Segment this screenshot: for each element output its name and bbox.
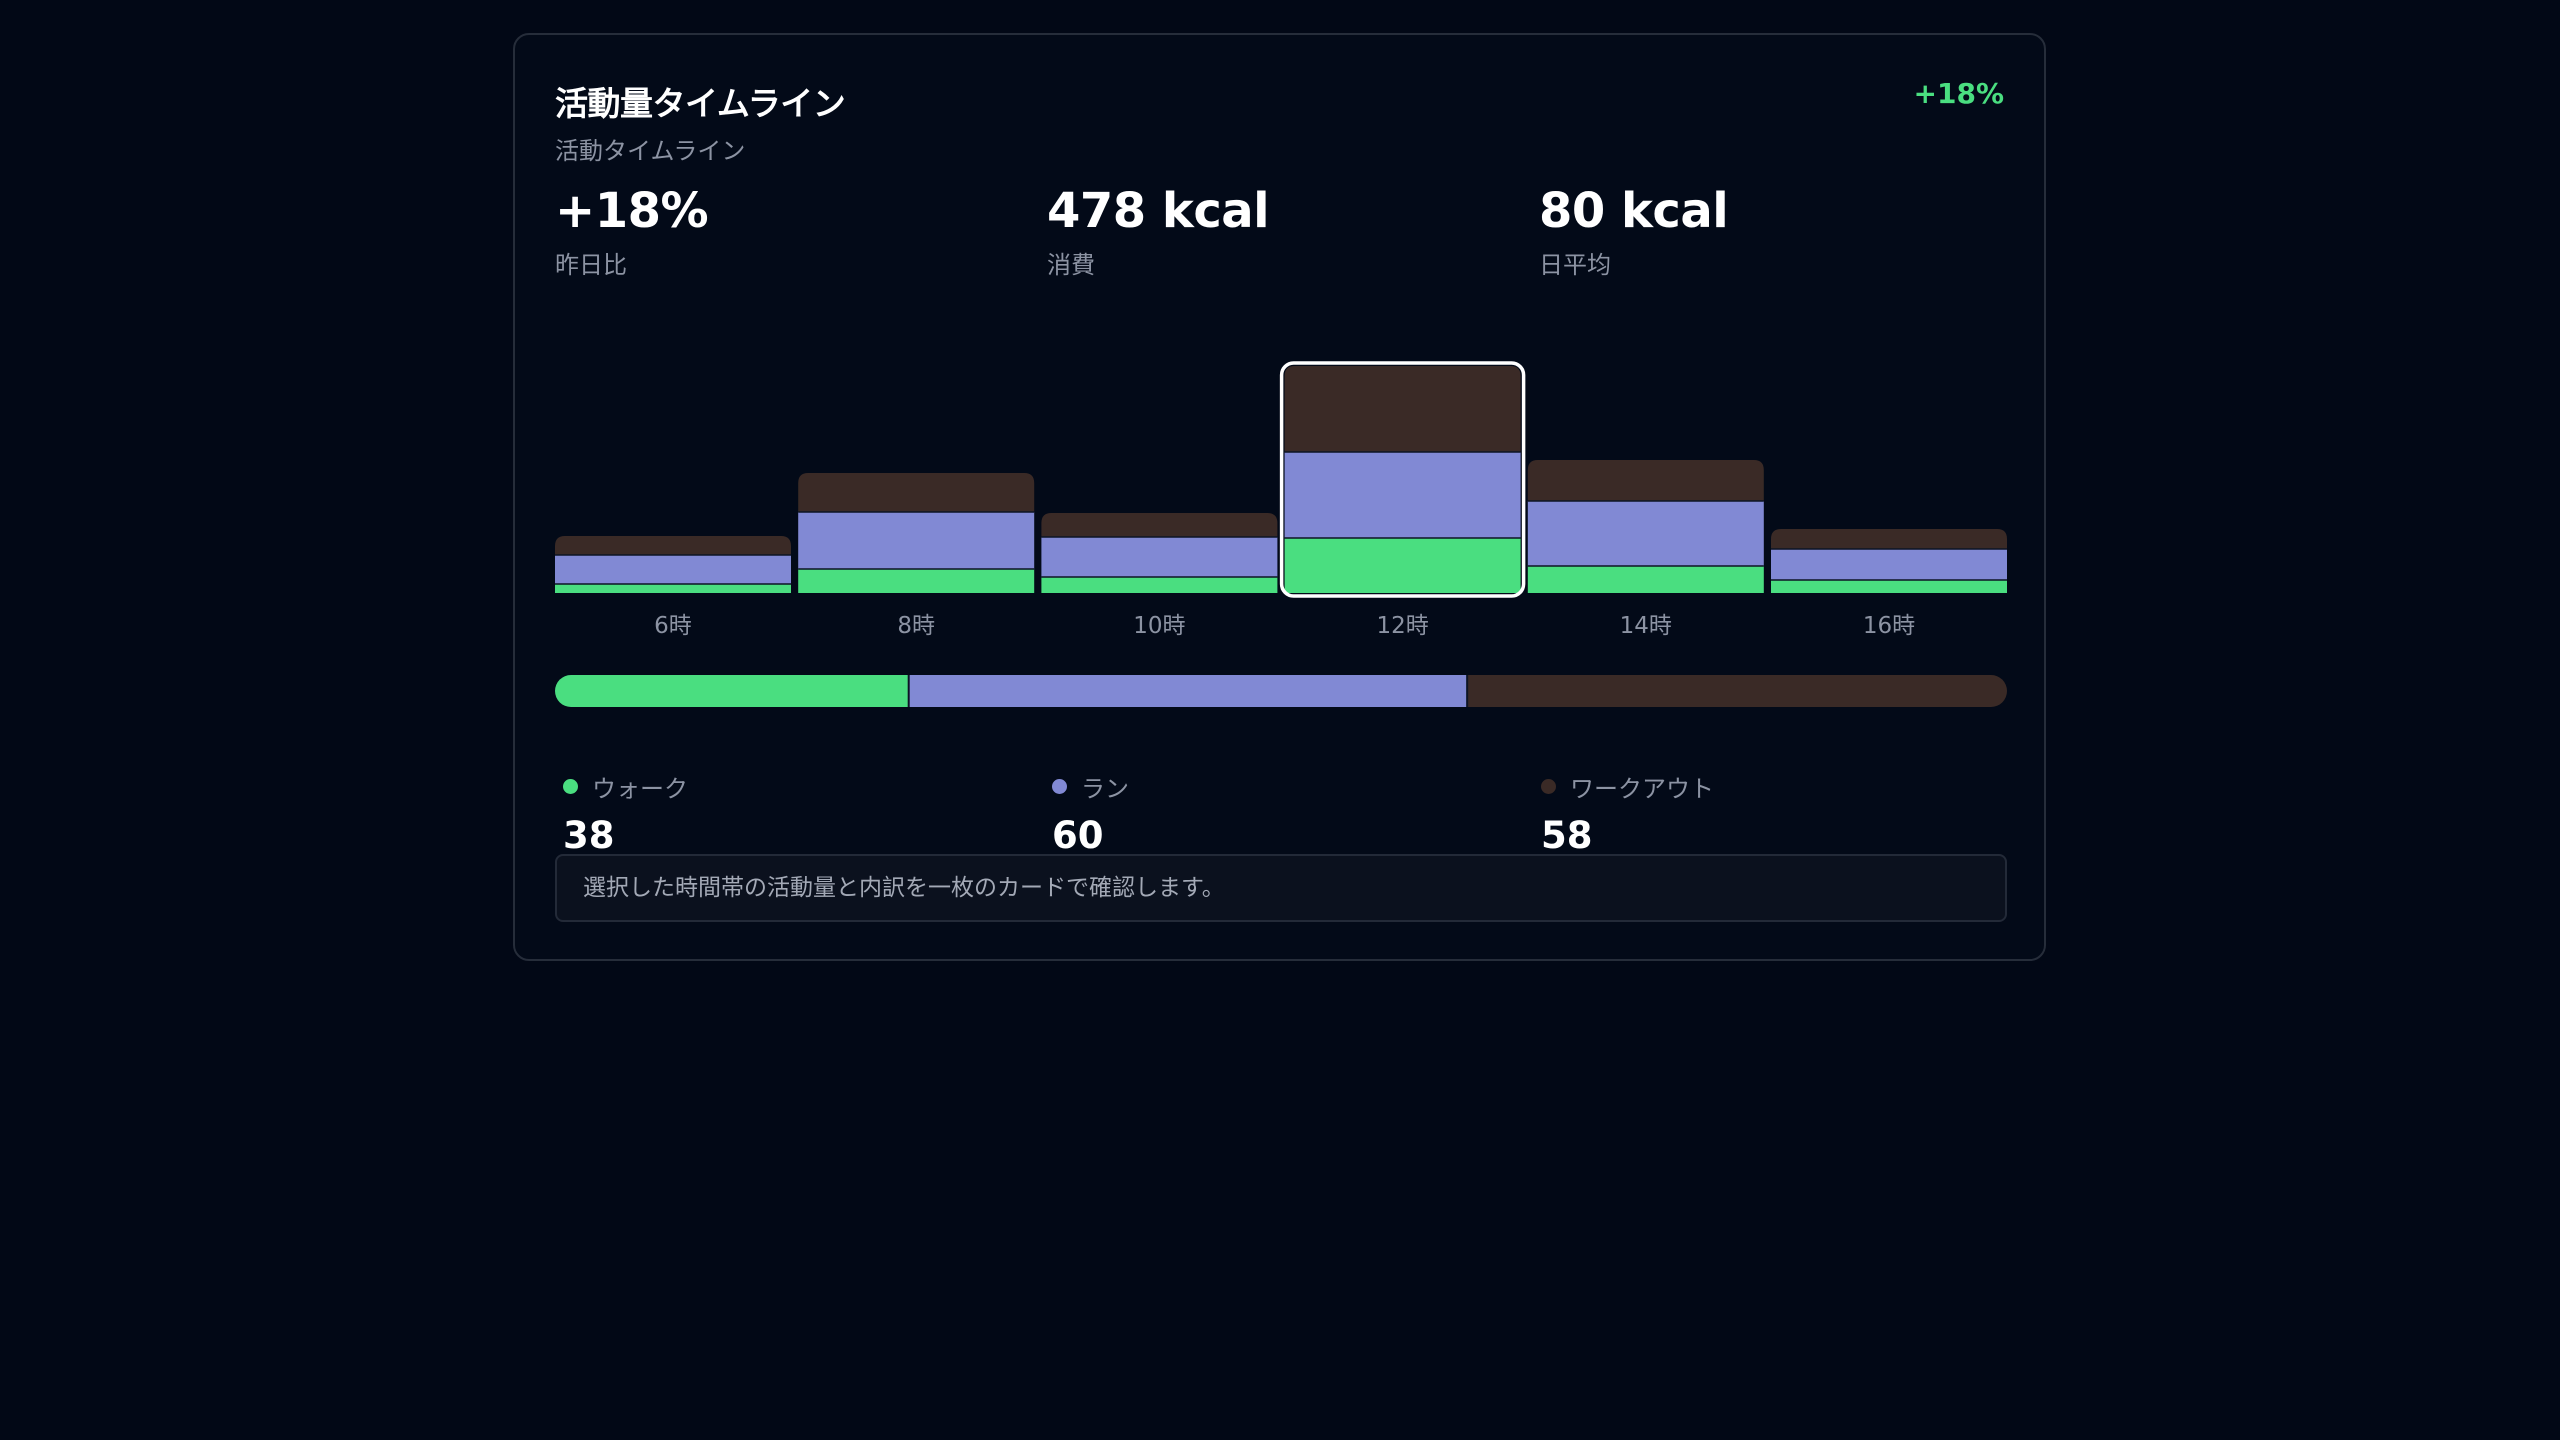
x-tick-label: 12時 bbox=[1376, 613, 1428, 639]
bar-segment-ウォーク bbox=[1284, 538, 1521, 593]
legend-run: ラン 60 bbox=[1052, 769, 1129, 857]
description-note: 選択した時間帯の活動量と内訳を一枚のカードで確認します。 bbox=[555, 854, 2007, 922]
bar-segment-ウォーク bbox=[1527, 566, 1764, 593]
composition-segment-ワークアウト bbox=[1467, 675, 2007, 707]
activity-chart: 6時 8時 10時 12時 14時 16時 bbox=[555, 361, 2007, 707]
bar-segment-ウォーク bbox=[798, 569, 1035, 593]
x-tick-label: 6時 bbox=[654, 613, 692, 639]
bar-segment-ラン bbox=[1041, 537, 1278, 577]
x-tick-label: 16時 bbox=[1863, 613, 1915, 639]
bar-segment-ウォーク bbox=[555, 584, 791, 593]
bar-segment-ラン bbox=[555, 555, 791, 584]
bar-segment-ウォーク bbox=[1041, 577, 1278, 593]
bar-segment-ウォーク bbox=[1771, 580, 2007, 593]
bar-segment-ワークアウト bbox=[1527, 460, 1764, 501]
legend-label: ワークアウト bbox=[1570, 775, 1714, 803]
bar-segment-ラン bbox=[1771, 549, 2007, 580]
legend-walk: ウォーク 38 bbox=[563, 769, 688, 857]
x-tick-label: 8時 bbox=[897, 613, 935, 639]
run-dot-icon bbox=[1052, 779, 1067, 794]
legend-value: 58 bbox=[1541, 814, 1593, 857]
legend-value: 60 bbox=[1052, 814, 1104, 857]
bar-segment-ワークアウト bbox=[555, 536, 791, 555]
activity-card: 活動量タイムライン 活動タイムライン +18% +18% 昨日比 478 kca… bbox=[513, 33, 2046, 961]
legend-value: 38 bbox=[563, 814, 615, 857]
bar-segment-ワークアウト bbox=[798, 473, 1035, 512]
bar-segment-ワークアウト bbox=[1041, 513, 1278, 537]
composition-segment-ラン bbox=[908, 675, 1468, 707]
workout-dot-icon bbox=[1541, 779, 1556, 794]
bar-segment-ワークアウト bbox=[1284, 366, 1521, 452]
legend-label: ウォーク bbox=[592, 775, 688, 803]
bar-segment-ワークアウト bbox=[1771, 529, 2007, 549]
x-tick-label: 10時 bbox=[1133, 613, 1185, 639]
bar-segment-ラン bbox=[798, 512, 1035, 569]
walk-dot-icon bbox=[563, 779, 578, 794]
legend-label: ラン bbox=[1081, 775, 1129, 803]
x-tick-label: 14時 bbox=[1620, 613, 1672, 639]
bar-segment-ラン bbox=[1527, 501, 1764, 566]
bar-segment-ラン bbox=[1284, 452, 1521, 538]
legend-workout: ワークアウト 58 bbox=[1541, 769, 1714, 857]
composition-segment-ウォーク bbox=[555, 675, 909, 707]
